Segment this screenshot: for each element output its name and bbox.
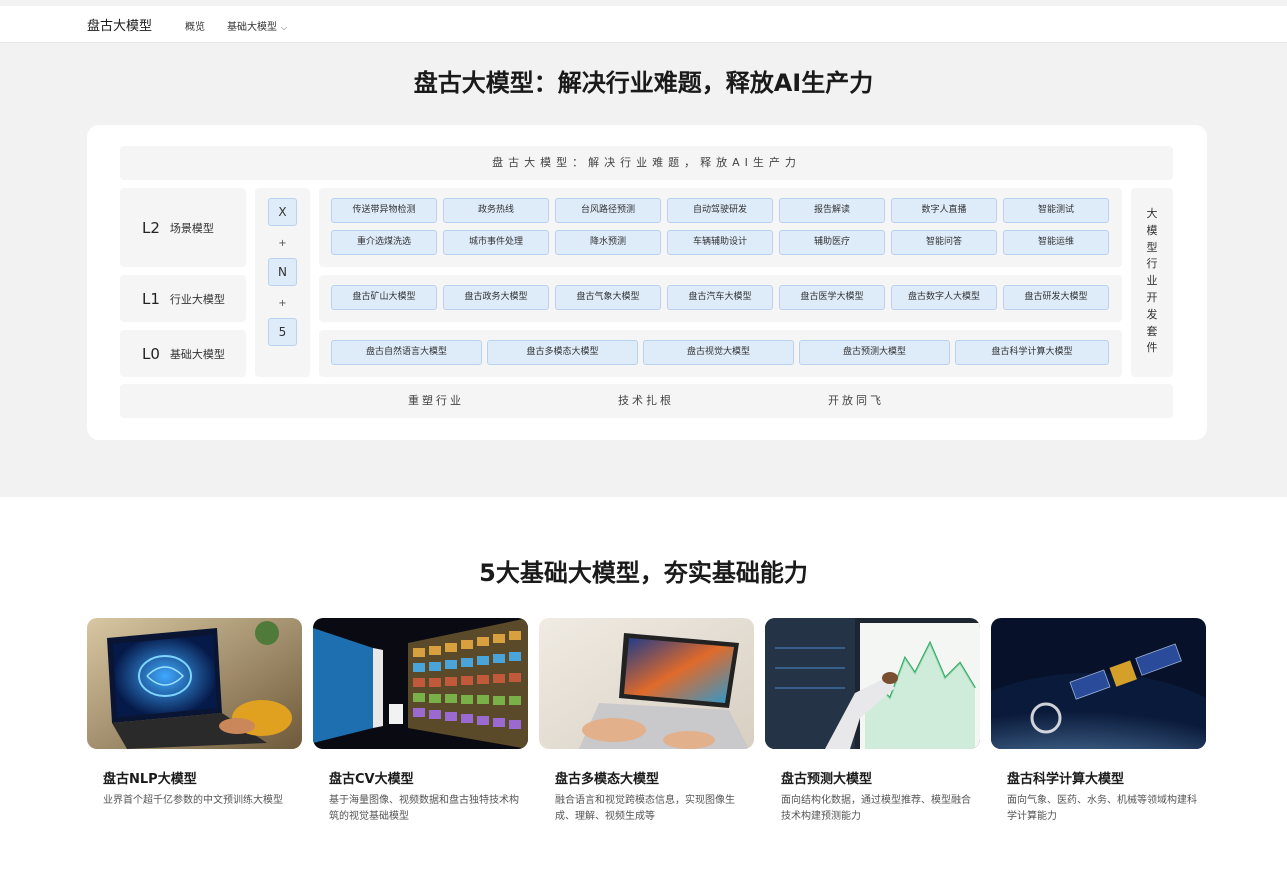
- industry-model-chip[interactable]: 盘古政务大模型: [443, 285, 549, 310]
- l1-industry-panel: 盘古矿山大模型 盘古政务大模型 盘古气象大模型 盘古汽车大模型 盘古医学大模型 …: [319, 275, 1122, 322]
- footer-slogan: 开放同飞: [828, 394, 884, 407]
- base-model-chip[interactable]: 盘古自然语言大模型: [331, 340, 482, 365]
- base-model-chip[interactable]: 盘古视觉大模型: [643, 340, 794, 365]
- industry-model-chip[interactable]: 盘古医学大模型: [779, 285, 885, 310]
- kit-char: 模: [1146, 223, 1158, 237]
- industry-model-chip[interactable]: 盘古汽车大模型: [667, 285, 773, 310]
- model-card-prediction[interactable]: 盘古预测大模型 面向结构化数据，通过模型推荐、模型融合技术构建预测能力: [765, 618, 980, 838]
- industry-model-chip[interactable]: 盘古数字人大模型: [891, 285, 997, 310]
- stock-chart-image: [765, 618, 980, 749]
- kit-char: 套: [1146, 324, 1158, 338]
- chevron-down-icon: ⌵: [281, 23, 288, 32]
- industry-model-chip[interactable]: 盘古矿山大模型: [331, 285, 437, 310]
- kit-char: 发: [1146, 307, 1158, 321]
- scenario-chip[interactable]: 数字人直播: [891, 198, 997, 223]
- card-description: 业界首个超千亿参数的中文预训练大模型: [103, 795, 283, 806]
- kit-char: 行: [1146, 257, 1158, 271]
- level-name: 行业大模型: [169, 292, 225, 306]
- model-card-nlp[interactable]: 盘古NLP大模型 业界首个超千亿参数的中文预训练大模型: [87, 618, 302, 838]
- scenario-chip[interactable]: 台风路径预测: [555, 198, 661, 223]
- level-code: L0: [142, 344, 160, 363]
- card-description: 基于海量图像、视频数据和盘古独特技术构筑的视觉基础模型: [329, 795, 519, 822]
- card-title: 盘古NLP大模型: [103, 772, 197, 787]
- nav-overview-label: 概览: [185, 22, 205, 33]
- hero-section: 盘古大模型：解决行业难题，释放AI生产力 盘古大模型：解决行业难题，释放AI生产…: [0, 43, 1287, 497]
- kit-char: 大: [1146, 207, 1158, 220]
- card-title: 盘古科学计算大模型: [1007, 772, 1125, 787]
- formula-plus: +: [278, 298, 287, 309]
- level-l1: L1 行业大模型: [120, 275, 246, 322]
- scenario-chip[interactable]: 智能测试: [1003, 198, 1109, 223]
- card-title: 盘古CV大模型: [329, 772, 414, 787]
- satellite-earth-image: [991, 618, 1206, 749]
- level-name: 基础大模型: [169, 347, 225, 361]
- level-l0: L0 基础大模型: [120, 330, 246, 377]
- kit-char: 件: [1146, 341, 1158, 355]
- card-description: 融合语言和视觉跨模态信息，实现图像生成、理解、视频生成等: [555, 795, 735, 822]
- industry-dev-kit-label: 大 模 型 行 业 开 发 套 件: [1131, 206, 1173, 357]
- formula-x-box: X: [268, 198, 297, 226]
- brand-title[interactable]: 盘古大模型: [87, 15, 152, 34]
- footer-slogan: 技术扎根: [618, 394, 674, 407]
- scenario-chip[interactable]: 重介选煤洗选: [331, 230, 437, 255]
- scenario-chip[interactable]: 报告解读: [779, 198, 885, 223]
- architecture-footer: 重塑行业 技术扎根 开放同飞: [120, 384, 1173, 418]
- formula-plus: +: [278, 238, 287, 249]
- scenario-chip[interactable]: 传送带异物检测: [331, 198, 437, 223]
- scenario-chip[interactable]: 政务热线: [443, 198, 549, 223]
- base-model-chip[interactable]: 盘古预测大模型: [799, 340, 950, 365]
- level-code: L1: [142, 289, 160, 308]
- base-model-chip[interactable]: 盘古多模态大模型: [487, 340, 638, 365]
- nav-overview[interactable]: 概览: [185, 18, 205, 33]
- nav-base-models-dropdown[interactable]: 基础大模型 ⌵: [227, 18, 287, 33]
- industry-model-chip[interactable]: 盘古研发大模型: [1003, 285, 1109, 310]
- industry-model-chip[interactable]: 盘古气象大模型: [555, 285, 661, 310]
- kit-char: 型: [1146, 240, 1158, 254]
- formula-n-box: N: [268, 258, 297, 286]
- card-description: 面向气象、医药、水务、机械等领域构建科学计算能力: [1007, 795, 1197, 822]
- scenario-chip[interactable]: 辅助医疗: [779, 230, 885, 255]
- formula-5-box: 5: [268, 318, 297, 346]
- footer-slogan: 重塑行业: [408, 394, 464, 407]
- laptop-brain-image: [87, 618, 302, 749]
- video-wall-image: [313, 618, 528, 749]
- x-n-5-formula: X + N + 5: [255, 188, 310, 377]
- laptop-art-image: [539, 618, 754, 749]
- model-card-science[interactable]: 盘古科学计算大模型 面向气象、医药、水务、机械等领域构建科学计算能力: [991, 618, 1206, 838]
- scenario-chip[interactable]: 城市事件处理: [443, 230, 549, 255]
- hero-title: 盘古大模型：解决行业难题，释放AI生产力: [413, 69, 874, 97]
- scenario-chip[interactable]: 智能问答: [891, 230, 997, 255]
- industry-dev-kit: 大 模 型 行 业 开 发 套 件: [1131, 188, 1173, 377]
- top-navigation-bar: 盘古大模型 概览 基础大模型 ⌵: [0, 0, 1287, 43]
- scenario-chip[interactable]: 自动驾驶研发: [667, 198, 773, 223]
- level-code: L2: [142, 218, 160, 237]
- card-description: 面向结构化数据，通过模型推荐、模型融合技术构建预测能力: [781, 795, 971, 822]
- l0-base-panel: 盘古自然语言大模型 盘古多模态大模型 盘古视觉大模型 盘古预测大模型 盘古科学计…: [319, 330, 1122, 377]
- base-model-chip[interactable]: 盘古科学计算大模型: [955, 340, 1109, 365]
- card-title: 盘古多模态大模型: [555, 772, 660, 787]
- scenario-chip[interactable]: 车辆辅助设计: [667, 230, 773, 255]
- section-title: 5大基础大模型，夯实基础能力: [479, 559, 808, 587]
- level-name: 场景模型: [169, 221, 214, 235]
- l2-scenario-panel: 传送带异物检测 政务热线 台风路径预测 自动驾驶研发 报告解读 数字人直播 智能…: [319, 188, 1122, 267]
- nav-base-models-label: 基础大模型: [227, 22, 277, 33]
- model-card-cv[interactable]: 盘古CV大模型 基于海量图像、视频数据和盘古独特技术构筑的视觉基础模型: [313, 618, 528, 838]
- scenario-chip[interactable]: 降水预测: [555, 230, 661, 255]
- kit-char: 业: [1146, 274, 1158, 288]
- kit-char: 开: [1146, 290, 1158, 304]
- scenario-chip[interactable]: 智能运维: [1003, 230, 1109, 255]
- model-card-multimodal[interactable]: 盘古多模态大模型 融合语言和视觉跨模态信息，实现图像生成、理解、视频生成等: [539, 618, 754, 838]
- architecture-header: 盘古大模型：解决行业难题，释放AI生产力: [120, 146, 1173, 180]
- architecture-diagram: 盘古大模型：解决行业难题，释放AI生产力 L2 场景模型 L1 行业大模型 L0…: [87, 125, 1207, 440]
- level-l2: L2 场景模型: [120, 188, 246, 267]
- card-title: 盘古预测大模型: [781, 772, 873, 787]
